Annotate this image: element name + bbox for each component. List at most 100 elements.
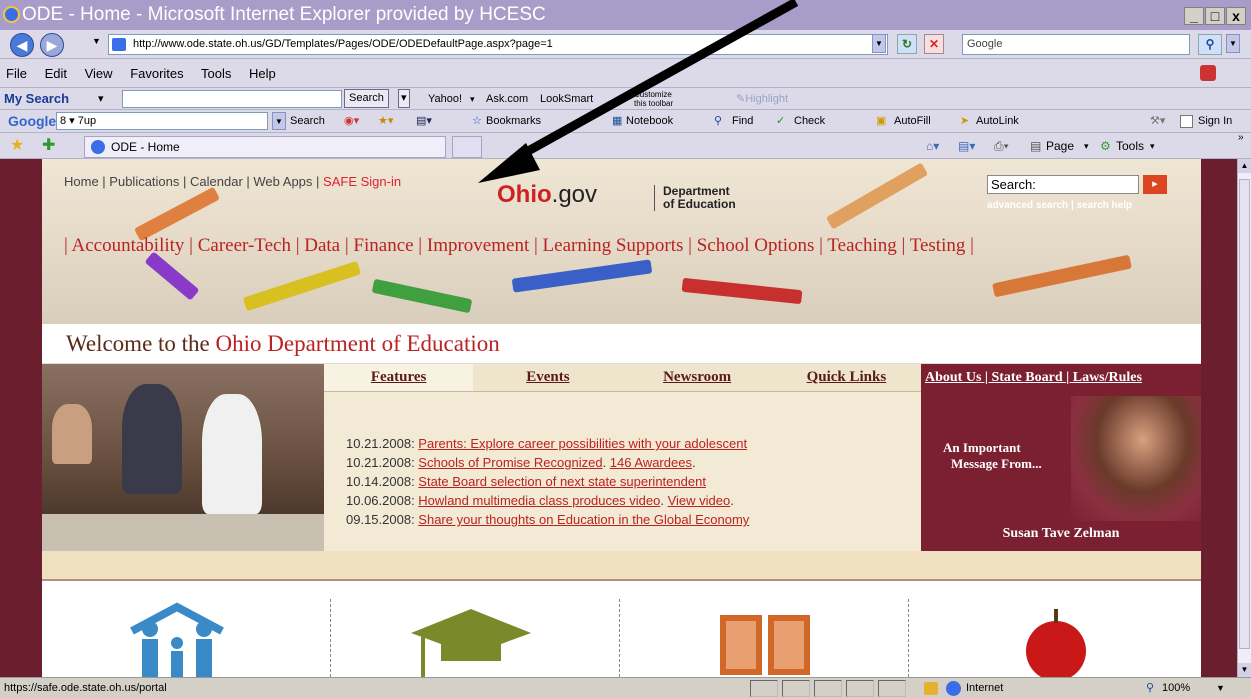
site-search-input[interactable]: Search: xyxy=(987,175,1139,194)
home-icon[interactable]: ⌂▾ xyxy=(926,133,939,158)
toolbar-translate-icon[interactable] xyxy=(1200,65,1216,81)
address-dropdown-icon[interactable]: ▼ xyxy=(872,34,886,53)
tab-ode-home[interactable]: ODE - Home xyxy=(84,136,446,158)
google-dropdown-icon[interactable]: ▼ xyxy=(272,112,286,130)
advanced-search-link[interactable]: advanced search xyxy=(987,200,1068,211)
zoom-dropdown-icon[interactable]: ▼ xyxy=(1216,678,1225,698)
check-button[interactable]: Check xyxy=(794,110,825,132)
notebook-icon[interactable]: ▦ xyxy=(612,110,622,132)
news-link[interactable]: Schools of Promise Recognized xyxy=(418,455,602,470)
customize-toolbar-button[interactable]: Customize this toolbar xyxy=(634,90,684,108)
tools-gear-icon[interactable]: ⚙ xyxy=(1100,133,1111,158)
menu-favorites[interactable]: Favorites xyxy=(130,66,183,81)
mysearch-input[interactable] xyxy=(122,90,342,108)
menu-help[interactable]: Help xyxy=(249,66,276,81)
bookmarks-button[interactable]: Bookmarks xyxy=(486,110,541,132)
important-message[interactable]: An Important Message From... xyxy=(943,440,1042,472)
webapps-link[interactable]: Web Apps xyxy=(253,174,312,189)
chevron-more-icon[interactable]: » xyxy=(1238,133,1244,151)
search-options-icon[interactable]: ▼ xyxy=(1226,34,1240,53)
tools-menu[interactable]: Tools xyxy=(1116,133,1144,158)
mysearch-dropdown-icon[interactable]: ▾ xyxy=(98,88,104,109)
news-link[interactable]: View video xyxy=(668,493,731,508)
search-icon[interactable]: ⚲ xyxy=(1198,34,1222,55)
minimize-button[interactable]: _ xyxy=(1184,7,1204,25)
page-info-icon[interactable]: ▤▾ xyxy=(416,110,432,132)
print-icon[interactable]: ⎙▾ xyxy=(994,133,1009,158)
menu-tools[interactable]: Tools xyxy=(201,66,231,81)
history-dropdown-icon[interactable]: ▼ xyxy=(92,36,101,46)
refresh-icon[interactable]: ↻ xyxy=(897,34,917,54)
autofill-button[interactable]: AutoFill xyxy=(894,110,931,132)
page-icon-btn[interactable]: ▤ xyxy=(1030,133,1041,158)
address-field[interactable]: http://www.ode.state.oh.us/GD/Templates/… xyxy=(108,34,888,55)
yahoo-link[interactable]: Yahoo! xyxy=(428,88,462,109)
autolink-icon[interactable]: ➤ xyxy=(960,110,969,132)
ohio-gov-logo[interactable]: Ohio.gov xyxy=(497,181,597,209)
forward-icon[interactable]: ▶ xyxy=(40,33,64,57)
tab-newsroom[interactable]: Newsroom xyxy=(622,364,772,392)
popup-blocker-icon[interactable]: ★▾ xyxy=(378,110,393,132)
safe-signin-link[interactable]: SAFE Sign-in xyxy=(323,174,401,189)
zoom-icon[interactable]: ⚲ xyxy=(1146,678,1154,698)
live-search-input[interactable]: Google xyxy=(962,34,1190,55)
autolink-button[interactable]: AutoLink xyxy=(976,110,1019,132)
menu-edit[interactable]: Edit xyxy=(45,66,67,81)
vertical-scrollbar[interactable]: ▲ ▼ xyxy=(1237,159,1251,677)
add-favorites-icon[interactable]: ✚ xyxy=(42,133,55,158)
notebook-button[interactable]: Notebook xyxy=(626,110,673,132)
menu-file[interactable]: File xyxy=(6,66,27,81)
yahoo-dropdown-icon[interactable]: ▾ xyxy=(470,88,475,109)
publications-link[interactable]: Publications xyxy=(109,174,179,189)
page-menu[interactable]: Page xyxy=(1046,133,1074,158)
find-icon[interactable]: ⚲ xyxy=(714,110,722,132)
back-icon[interactable]: ◀ xyxy=(10,33,34,57)
menu-view[interactable]: View xyxy=(85,66,113,81)
favorites-star-icon[interactable]: ★ xyxy=(10,133,24,158)
apple-block[interactable] xyxy=(909,599,1198,677)
news-link[interactable]: 146 Awardees xyxy=(610,455,692,470)
mysearch-options-icon[interactable]: ▾ xyxy=(398,89,410,108)
zoom-level[interactable]: 100% xyxy=(1162,678,1190,698)
find-button[interactable]: Find xyxy=(732,110,753,132)
news-link[interactable]: Share your thoughts on Education in the … xyxy=(418,512,749,527)
mysearch-button[interactable]: Search xyxy=(344,89,389,108)
page-dropdown-icon[interactable]: ▾ xyxy=(1084,133,1089,158)
scroll-down-icon[interactable]: ▼ xyxy=(1238,663,1251,677)
scroll-up-icon[interactable]: ▲ xyxy=(1238,159,1251,173)
search-help-link[interactable]: search help xyxy=(1077,200,1133,211)
family-block[interactable] xyxy=(42,599,331,677)
signin-button[interactable]: Sign In xyxy=(1198,110,1232,132)
ask-link[interactable]: Ask.com xyxy=(486,88,528,109)
looksmart-link[interactable]: LookSmart xyxy=(540,88,593,109)
tools-dropdown-icon[interactable]: ▾ xyxy=(1150,133,1155,158)
tab-quick-links[interactable]: Quick Links xyxy=(771,364,921,392)
graduation-block[interactable] xyxy=(331,599,620,677)
news-link[interactable]: State Board selection of next state supe… xyxy=(418,474,706,489)
signin-checkbox-icon[interactable] xyxy=(1180,115,1193,128)
close-button[interactable]: x xyxy=(1226,7,1246,25)
tab-features[interactable]: Features xyxy=(324,364,474,392)
highlight-button[interactable]: ✎Highlight xyxy=(736,88,788,109)
autofill-icon[interactable]: ▣ xyxy=(876,110,886,132)
settings-wrench-icon[interactable]: ⚒▾ xyxy=(1150,110,1165,132)
maximize-button[interactable]: □ xyxy=(1205,7,1225,25)
google-search-button[interactable]: Search xyxy=(290,110,325,132)
home-link[interactable]: Home xyxy=(64,174,99,189)
about-links[interactable]: About Us | State Board | Laws/Rules xyxy=(925,370,1142,386)
main-navigation[interactable]: | Accountability | Career-Tech | Data | … xyxy=(64,235,974,257)
book-block[interactable] xyxy=(620,599,909,677)
popup-blocked-icon[interactable] xyxy=(924,682,938,695)
news-icon[interactable]: ◉▾ xyxy=(344,110,359,132)
calendar-link[interactable]: Calendar xyxy=(190,174,243,189)
news-link[interactable]: Howland multimedia class produces video xyxy=(418,493,660,508)
bookmarks-star-icon[interactable]: ☆ xyxy=(472,110,482,132)
scroll-thumb[interactable] xyxy=(1239,179,1250,649)
tab-events[interactable]: Events xyxy=(473,364,623,392)
spellcheck-icon[interactable]: ✓ xyxy=(776,110,785,132)
stop-icon[interactable]: ✕ xyxy=(924,34,944,54)
google-search-input[interactable]: 8 ▾ 7up xyxy=(56,112,268,130)
news-link[interactable]: Parents: Explore career possibilities wi… xyxy=(418,436,747,451)
new-tab-button[interactable] xyxy=(452,136,482,158)
feeds-icon[interactable]: ▤▾ xyxy=(958,133,975,158)
